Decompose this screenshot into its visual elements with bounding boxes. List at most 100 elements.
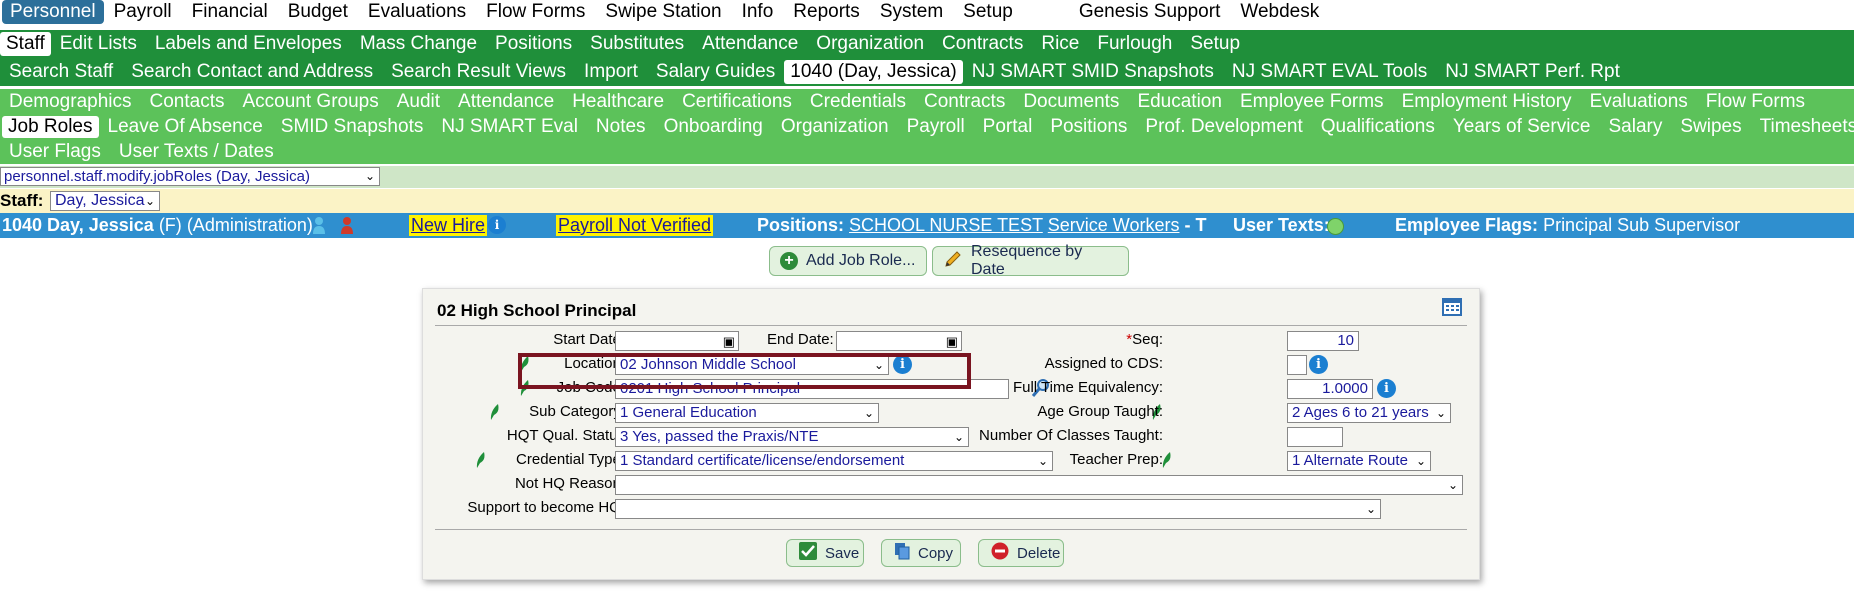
top-nav-reports[interactable]: Reports [783,1,870,23]
top-nav-budget[interactable]: Budget [278,1,358,23]
record-tab-swipes[interactable]: Swipes [1671,116,1750,138]
record-tab-credentials[interactable]: Credentials [801,91,915,113]
tab-import[interactable]: Import [575,61,647,83]
resequence-button[interactable]: Resequence by Date [932,243,1129,278]
record-tab-account-groups[interactable]: Account Groups [233,91,387,113]
record-tab-attendance[interactable]: Attendance [449,91,563,113]
cds-label: Assigned to CDS: [1044,355,1163,372]
top-nav-financial[interactable]: Financial [182,1,278,23]
record-tab-certifications[interactable]: Certifications [673,91,801,113]
not-hq-select[interactable]: ⌄ [615,475,1463,495]
tab-edit-lists[interactable]: Edit Lists [51,33,146,55]
tab-salary-guides[interactable]: Salary Guides [647,61,784,83]
save-button[interactable]: Save [786,539,864,567]
position-link-1[interactable]: SCHOOL NURSE TEST [849,215,1043,235]
record-tab-employee-forms[interactable]: Employee Forms [1231,91,1393,113]
record-tab-audit[interactable]: Audit [388,91,449,113]
record-tab-positions[interactable]: Positions [1041,116,1136,138]
tab-positions[interactable]: Positions [486,33,581,55]
seq-input[interactable]: 10 [1287,331,1359,351]
record-tab-employment-history[interactable]: Employment History [1393,91,1581,113]
tab-nj-smart-eval-tools[interactable]: NJ SMART EVAL Tools [1223,61,1436,83]
user-texts-icon[interactable] [1327,218,1344,235]
path-select[interactable]: personnel.staff.modify.jobRoles (Day, Je… [0,167,380,186]
record-tab-prof-development[interactable]: Prof. Development [1136,116,1311,138]
start-date-input[interactable]: ▣ [615,331,739,351]
new-hire-link[interactable]: New Hire [409,215,488,236]
teacher-prep-select[interactable]: 1 Alternate Route ⌄ [1287,451,1431,471]
tab-attendance[interactable]: Attendance [693,33,807,55]
sub-category-select[interactable]: 1 General Education ⌄ [615,403,879,423]
tab-setup[interactable]: Setup [1181,33,1249,55]
top-nav-webdesk[interactable]: Webdesk [1230,1,1329,23]
tab-mass-change[interactable]: Mass Change [351,33,486,55]
fte-input[interactable]: 1.0000 [1287,379,1373,399]
record-tab-job-roles[interactable]: Job Roles [2,115,99,138]
record-tab-user-texts-dates[interactable]: User Texts / Dates [110,141,283,163]
tab-1040-day-jessica[interactable]: 1040 (Day, Jessica) [784,60,963,84]
record-tab-education[interactable]: Education [1128,91,1231,113]
copy-button[interactable]: Copy [881,539,961,567]
top-nav-info[interactable]: Info [732,1,784,23]
hqt-select[interactable]: 3 Yes, passed the Praxis/NTE ⌄ [615,427,969,447]
tab-substitutes[interactable]: Substitutes [581,33,693,55]
tab-nj-smart-smid-snapshots[interactable]: NJ SMART SMID Snapshots [963,61,1223,83]
record-tab-notes[interactable]: Notes [587,116,655,138]
record-tab-payroll[interactable]: Payroll [898,116,974,138]
top-nav-genesis-support[interactable]: Genesis Support [1069,1,1231,23]
record-tab-nj-smart-eval[interactable]: NJ SMART Eval [432,116,587,138]
tab-labels-and-envelopes[interactable]: Labels and Envelopes [146,33,351,55]
classes-input[interactable] [1287,427,1343,447]
person-icon[interactable] [312,216,326,240]
record-tab-organization[interactable]: Organization [772,116,898,138]
new-hire-info-icon[interactable]: i [488,216,506,234]
person-red-icon[interactable] [340,216,354,240]
age-select[interactable]: 2 Ages 6 to 21 years ⌄ [1287,403,1451,423]
tab-nj-smart-perf-rpt[interactable]: NJ SMART Perf. Rpt [1436,61,1629,83]
top-nav-system[interactable]: System [870,1,953,23]
support-select[interactable]: ⌄ [615,499,1381,519]
staff-label: Staff: [0,191,44,210]
staff-select[interactable]: Day, Jessica ⌄ [50,191,160,211]
tab-staff[interactable]: Staff [0,32,51,56]
tab-organization[interactable]: Organization [807,33,933,55]
top-nav-evaluations[interactable]: Evaluations [358,1,476,23]
add-job-role-button[interactable]: + Add Job Role... [769,246,927,276]
record-tab-documents[interactable]: Documents [1014,91,1128,113]
record-tab-portal[interactable]: Portal [974,116,1042,138]
delete-button[interactable]: Delete [978,539,1064,567]
record-tab-qualifications[interactable]: Qualifications [1312,116,1444,138]
top-nav-flow-forms[interactable]: Flow Forms [476,1,595,23]
top-nav-setup[interactable]: Setup [953,1,1023,23]
calendar-icon[interactable] [1442,297,1462,322]
record-tab-user-flags[interactable]: User Flags [0,141,110,163]
record-tab-evaluations[interactable]: Evaluations [1581,91,1697,113]
record-tab-timesheets[interactable]: Timesheets [1751,116,1854,138]
record-tab-leave-of-absence[interactable]: Leave Of Absence [99,116,272,138]
cds-checkbox[interactable] [1287,355,1307,375]
tab-contracts[interactable]: Contracts [933,33,1032,55]
record-tab-contacts[interactable]: Contacts [141,91,234,113]
record-tab-flow-forms[interactable]: Flow Forms [1697,91,1814,113]
end-date-input[interactable]: ▣ [836,331,962,351]
record-tab-onboarding[interactable]: Onboarding [655,116,772,138]
record-tab-demographics[interactable]: Demographics [0,91,141,113]
record-tab-healthcare[interactable]: Healthcare [563,91,673,113]
cds-info-icon[interactable]: i [1309,355,1328,374]
top-nav-payroll[interactable]: Payroll [104,1,182,23]
record-tab-salary[interactable]: Salary [1600,116,1672,138]
tab-rice[interactable]: Rice [1032,33,1088,55]
fte-info-icon[interactable]: i [1377,379,1396,398]
payroll-status-link[interactable]: Payroll Not Verified [556,215,714,236]
record-tab-contracts[interactable]: Contracts [915,91,1014,113]
record-tab-years-of-service[interactable]: Years of Service [1444,116,1600,138]
tab-furlough[interactable]: Furlough [1088,33,1181,55]
tab-search-result-views[interactable]: Search Result Views [382,61,575,83]
position-link-2[interactable]: Service Workers [1048,215,1180,235]
record-tab-smid-snapshots[interactable]: SMID Snapshots [272,116,433,138]
credential-select[interactable]: 1 Standard certificate/license/endorseme… [615,451,1053,471]
top-nav-personnel[interactable]: Personnel [2,0,104,24]
top-nav-swipe-station[interactable]: Swipe Station [595,1,731,23]
tab-search-staff[interactable]: Search Staff [0,61,122,83]
tab-search-contact-and-address[interactable]: Search Contact and Address [122,61,382,83]
